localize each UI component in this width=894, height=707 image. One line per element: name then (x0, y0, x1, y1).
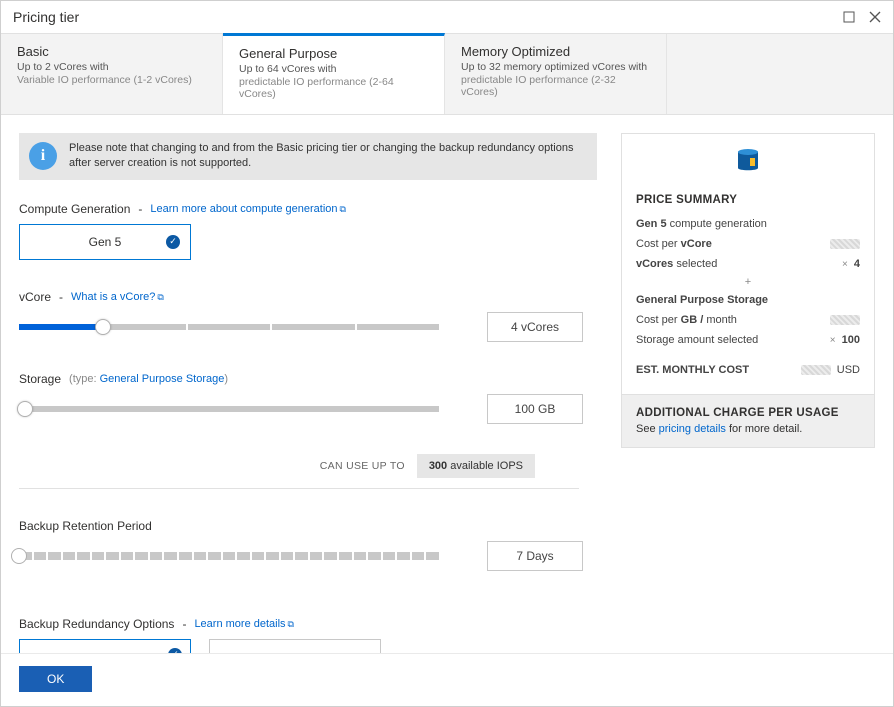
pricing-tabs: Basic Up to 2 vCores with Variable IO pe… (1, 34, 893, 115)
redundancy-learn-link[interactable]: Learn more details⧉ (194, 618, 294, 630)
redacted-price (830, 315, 860, 325)
external-link-icon: ⧉ (288, 619, 294, 629)
storage-label: Storage (type: General Purpose Storage) (19, 372, 597, 386)
footer: OK (1, 653, 893, 706)
redacted-price (830, 239, 860, 249)
redundancy-option-geo[interactable]: Geo-Redundant Recover from regional outa… (209, 639, 381, 653)
check-icon: ✓ (168, 648, 182, 653)
slider-thumb[interactable] (17, 401, 33, 417)
tab-label: Basic (17, 44, 206, 59)
info-text: Please note that changing to and from th… (69, 141, 587, 172)
info-icon: i (29, 142, 57, 170)
cost-per-gb-row: Cost per GB / month (636, 310, 860, 330)
divider (19, 488, 579, 489)
redacted-price (801, 365, 831, 375)
external-link-icon: ⧉ (157, 292, 163, 302)
est-monthly-cost-row: EST. MONTHLY COST USD (636, 360, 860, 380)
tab-detail: predictable IO performance (2-64 vCores) (239, 76, 428, 100)
pricing-tier-window: Pricing tier Basic Up to 2 vCores with V… (0, 0, 894, 707)
window-controls (843, 11, 881, 23)
tab-basic[interactable]: Basic Up to 2 vCores with Variable IO pe… (1, 34, 223, 114)
tab-detail: Variable IO performance (1-2 vCores) (17, 74, 206, 86)
additional-charge-panel: ADDITIONAL CHARGE PER USAGE See pricing … (622, 394, 874, 447)
compute-generation-link[interactable]: Learn more about compute generation⧉ (150, 203, 346, 215)
price-summary-panel: PRICE SUMMARY Gen 5 compute generation C… (621, 133, 875, 653)
retention-slider[interactable] (19, 552, 439, 560)
redundancy-option-locally[interactable]: ✓ Locally Redundant Recover from data lo… (19, 639, 191, 653)
check-icon: ✓ (166, 235, 180, 249)
ok-button[interactable]: OK (19, 666, 92, 692)
slider-thumb[interactable] (95, 319, 111, 335)
tab-general-purpose[interactable]: General Purpose Up to 64 vCores with pre… (223, 33, 445, 114)
info-banner: i Please note that changing to and from … (19, 133, 597, 180)
iops-indicator: CAN USE UP TO 300 available IOPS (19, 454, 535, 478)
storage-value: 100 GB (487, 394, 583, 424)
plus-icon: + (636, 274, 860, 290)
cost-per-vcore-row: Cost per vCore (636, 234, 860, 254)
storage-amount-row: Storage amount selected ×100 (636, 330, 860, 350)
retention-label: Backup Retention Period (19, 519, 597, 533)
tab-label: Memory Optimized (461, 44, 650, 59)
service-logo-icon (622, 134, 874, 178)
vcore-help-link[interactable]: What is a vCore?⧉ (71, 291, 164, 303)
storage-slider[interactable] (19, 406, 439, 412)
storage-type-link[interactable]: General Purpose Storage (100, 373, 225, 385)
vcore-label: vCore - What is a vCore?⧉ (19, 290, 597, 304)
config-column: i Please note that changing to and from … (19, 133, 597, 653)
compute-generation-option-gen5[interactable]: Gen 5 ✓ (19, 224, 191, 260)
maximize-icon[interactable] (843, 11, 855, 23)
tab-subtitle: Up to 32 memory optimized vCores with (461, 61, 650, 73)
slider-thumb[interactable] (11, 548, 27, 564)
redundancy-label: Backup Redundancy Options - Learn more d… (19, 617, 597, 631)
tab-subtitle: Up to 64 vCores with (239, 63, 428, 75)
compute-generation-label: Compute Generation - Learn more about co… (19, 202, 597, 216)
external-link-icon: ⧉ (340, 204, 346, 214)
tab-label: General Purpose (239, 46, 428, 61)
tab-detail: predictable IO performance (2-32 vCores) (461, 74, 650, 98)
summary-title: PRICE SUMMARY (636, 194, 860, 206)
retention-value: 7 Days (487, 541, 583, 571)
titlebar: Pricing tier (1, 1, 893, 34)
tab-memory-optimized[interactable]: Memory Optimized Up to 32 memory optimiz… (445, 34, 667, 114)
tab-subtitle: Up to 2 vCores with (17, 61, 206, 73)
window-title: Pricing tier (13, 9, 79, 25)
vcore-value: 4 vCores (487, 312, 583, 342)
pricing-details-link[interactable]: pricing details (659, 423, 726, 435)
vcores-selected-row: vCores selected ×4 (636, 254, 860, 274)
close-icon[interactable] (869, 11, 881, 23)
vcore-slider[interactable] (19, 324, 439, 330)
